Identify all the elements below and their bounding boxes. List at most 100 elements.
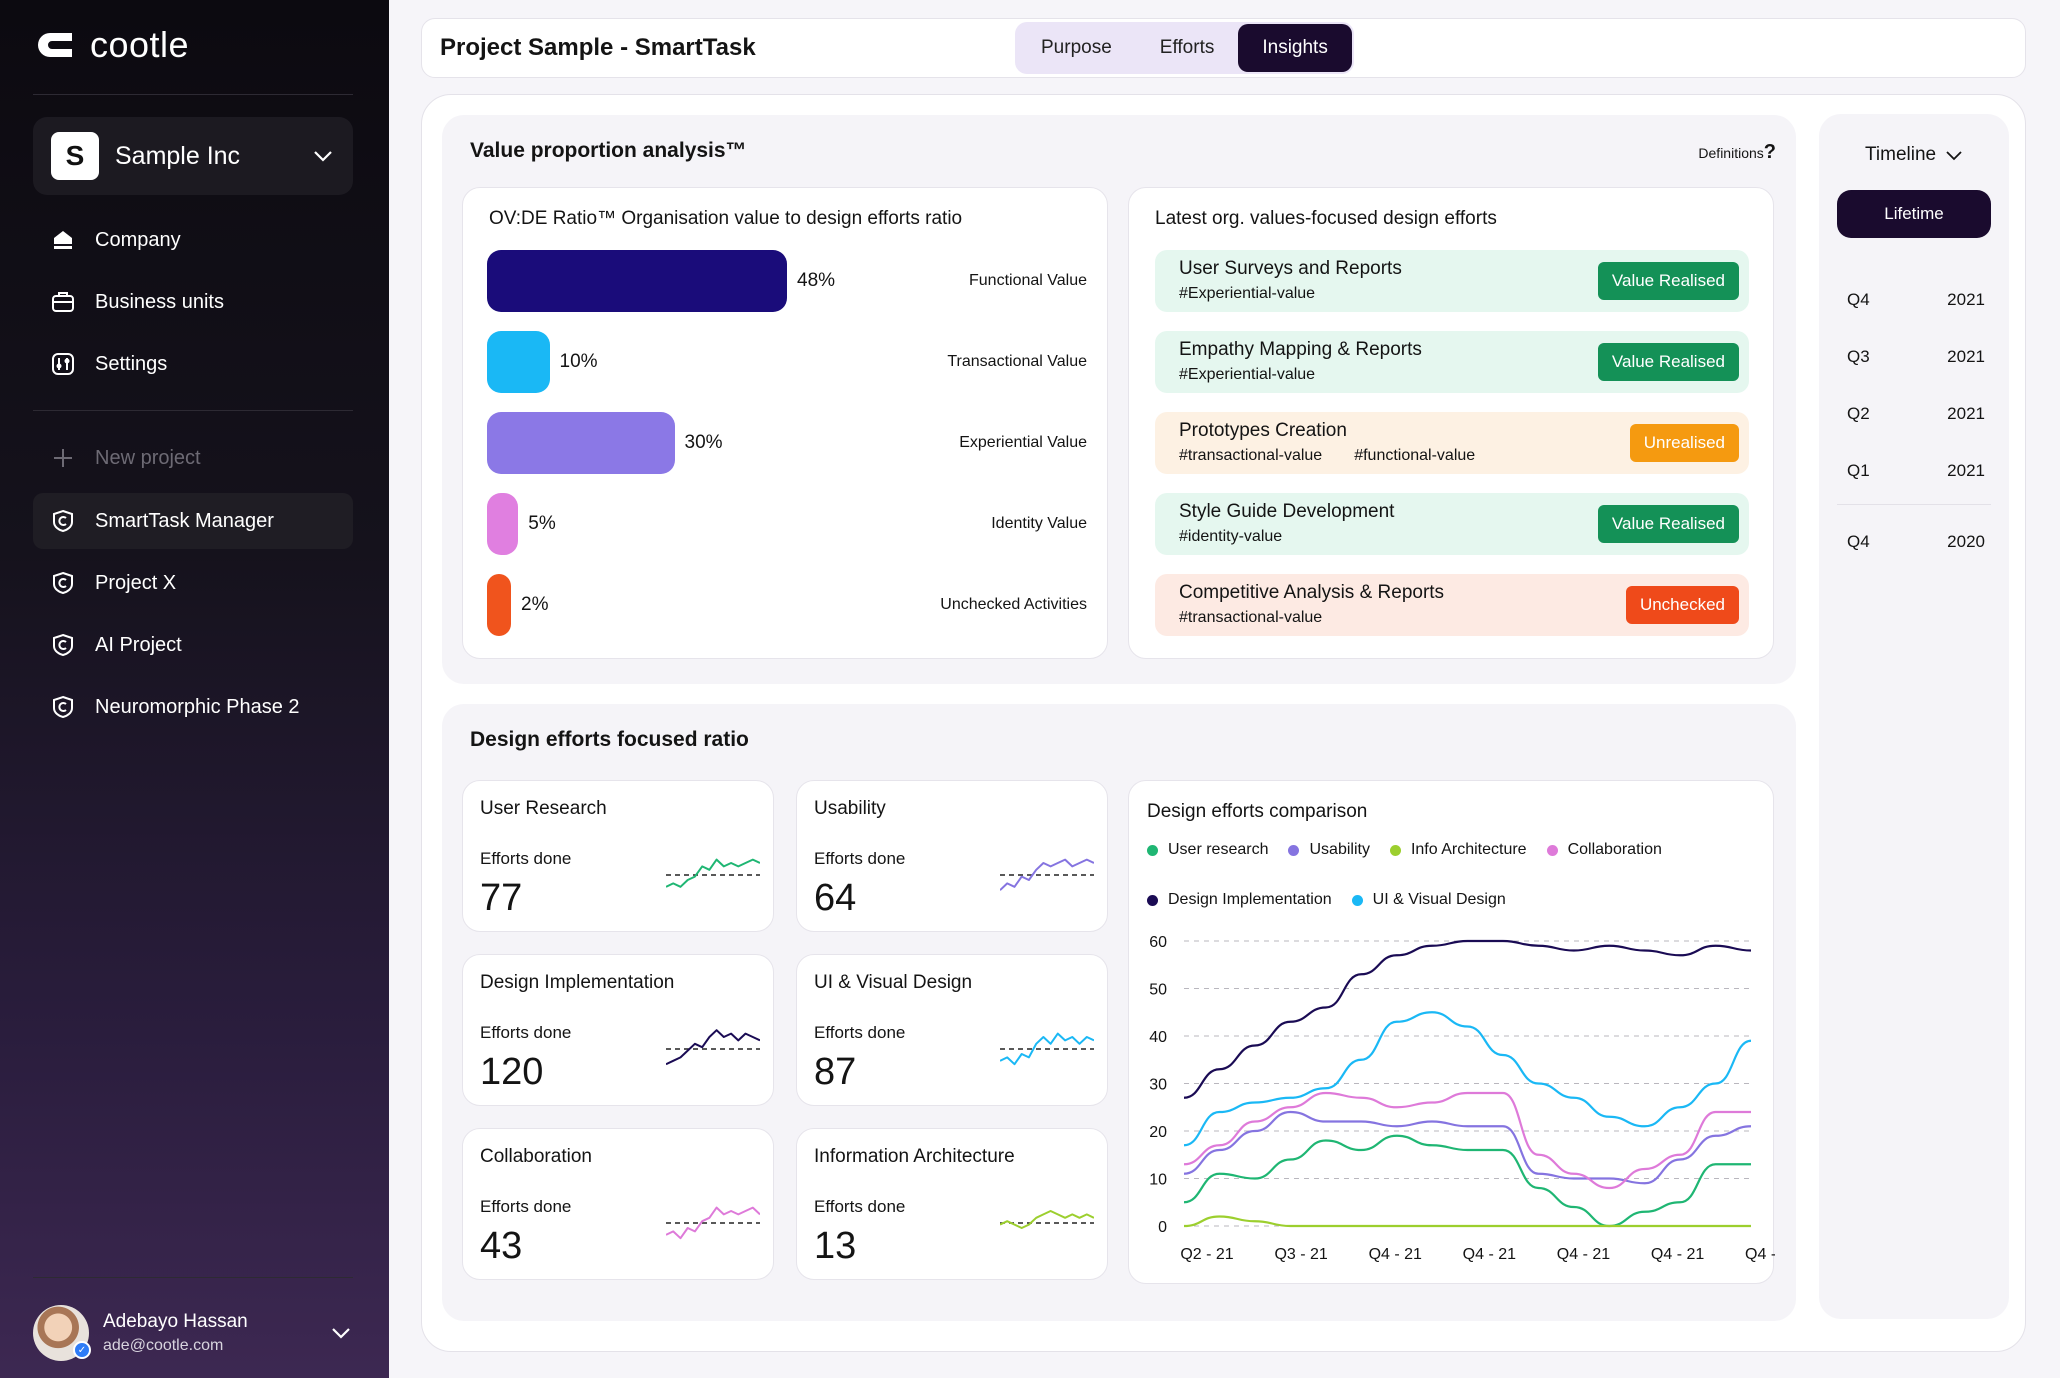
effort-tag: #transactional-value [1179,609,1323,626]
timeline-item[interactable]: Q3 2021 [1847,347,1985,367]
card-title: Latest org. values-focused design effort… [1155,208,1497,229]
new-project-button[interactable]: New project [33,430,353,486]
new-project-label: New project [95,446,201,469]
bar-label: Unchecked Activities [940,596,1087,613]
metric-subtitle: Efforts done [480,1023,572,1042]
sidebar-divider [33,410,353,411]
latest-efforts-card: Latest org. values-focused design effort… [1128,187,1774,659]
metric-card[interactable]: Design Implementation Efforts done 120 [462,954,774,1106]
page-title: Project Sample - SmartTask [440,34,756,61]
effort-tag: #Experiential-value [1179,366,1316,383]
brand-name: cootle [90,24,190,65]
timeline-year: 2021 [1947,404,1985,423]
ratio-bar[interactable] [487,493,519,555]
x-tick-label: Q4 - 21 [1745,1246,1775,1263]
status-badge: Value Realised [1597,343,1739,381]
project-icon [49,693,77,721]
ratio-bar[interactable] [487,412,675,474]
x-tick-label: Q3 - 21 [1274,1246,1327,1263]
sidebar-divider [33,1277,353,1278]
project-item-project-x[interactable]: Project X [33,555,353,611]
nav-settings[interactable]: Settings [33,336,353,392]
bar-label: Transactional Value [947,353,1087,370]
metric-title: Information Architecture [814,1146,1015,1167]
project-label: Neuromorphic Phase 2 [95,695,300,718]
timeline-year: 2020 [1947,532,1985,551]
y-tick-label: 40 [1149,1029,1167,1046]
timeline-quarter: Q4 [1847,532,1870,551]
briefcase-icon [49,288,77,316]
metric-card[interactable]: Usability Efforts done 64 [796,780,1108,932]
ratio-bar[interactable] [487,574,511,636]
ratio-bar-row: 48% Functional Value [487,250,1087,312]
metric-card[interactable]: User Research Efforts done 77 [462,780,774,932]
metric-title: Design Implementation [480,972,675,993]
project-icon [49,507,77,535]
tab-insights[interactable]: Insights [1238,24,1352,72]
project-item-ai-project[interactable]: AI Project [33,617,353,673]
metric-title: Usability [814,798,886,819]
nav-business-units[interactable]: Business units [33,274,353,330]
timeline-item[interactable]: Q4 2021 [1847,290,1985,310]
metric-card[interactable]: Information Architecture Efforts done 13 [796,1128,1108,1280]
bar-percent: 48% [797,270,836,291]
project-icon [49,569,77,597]
timeline-divider [1837,504,1991,505]
effort-item[interactable]: Competitive Analysis & Reports #transacti… [1155,574,1749,636]
project-item-smarttask-manager[interactable]: SmartTask Manager [33,493,353,549]
definitions-link[interactable]: Definitions? [1698,141,1776,164]
timeline-lifetime-button[interactable]: Lifetime [1837,190,1991,238]
timeline-year: 2021 [1947,290,1985,309]
panel-title: Design efforts focused ratio [470,728,749,751]
metric-subtitle: Efforts done [814,849,906,868]
user-email: ade@cootle.com [103,1337,224,1354]
brand-logo[interactable]: cootle [32,24,189,66]
bar-label: Experiential Value [959,434,1087,451]
metric-subtitle: Efforts done [814,1197,906,1216]
effort-item[interactable]: Style Guide Development #identity-value Va… [1155,493,1749,555]
sidebar-divider [33,94,353,95]
timeline-quarter: Q1 [1847,461,1870,480]
timeline-title: Timeline [1865,144,1937,165]
org-switcher[interactable]: S Sample Inc [33,117,353,195]
metric-value: 77 [480,877,523,919]
effort-item[interactable]: User Surveys and Reports #Experiential-va… [1155,250,1749,312]
metric-card[interactable]: Collaboration Efforts done 43 [462,1128,774,1280]
nav-label: Company [95,228,181,251]
ratio-bar[interactable] [487,250,787,312]
timeline-year: 2021 [1947,461,1985,480]
timeline-quarter: Q3 [1847,347,1870,366]
bar-percent: 30% [684,432,723,453]
metric-title: UI & Visual Design [814,972,973,993]
x-tick-label: Q4 - 21 [1369,1246,1422,1263]
sparkline [666,1029,760,1066]
metric-card[interactable]: UI & Visual Design Efforts done 87 [796,954,1108,1106]
status-badge: Unrealised [1629,424,1739,462]
timeline-dropdown[interactable]: Timeline [1865,144,1964,166]
project-label: SmartTask Manager [95,509,274,532]
project-item-neuromorphic-phase-2[interactable]: Neuromorphic Phase 2 [33,679,353,735]
card-title: OV:DE Ratio™ Organisation value to desig… [489,208,963,229]
question-icon: ? [1763,141,1776,163]
timeline-item[interactable]: Q2 2021 [1847,404,1985,424]
timeline-item[interactable]: Q1 2021 [1847,461,1985,481]
tab-purpose[interactable]: Purpose [1017,24,1136,72]
project-icon [49,631,77,659]
verified-badge-icon: ✓ [73,1341,91,1359]
sparkline-line [666,858,760,888]
ratio-bar-row: 2% Unchecked Activities [487,574,1087,636]
project-label: Project X [95,571,177,594]
y-tick-label: 20 [1149,1124,1167,1141]
effort-item[interactable]: Empathy Mapping & Reports #Experiential-v… [1155,331,1749,393]
nav-company[interactable]: Company [33,212,353,268]
effort-tag: #Experiential-value [1179,285,1316,302]
bar-percent: 5% [528,513,556,534]
user-menu[interactable]: ✓ Adebayo Hassan ade@cootle.com [33,1303,353,1363]
tab-efforts[interactable]: Efforts [1136,24,1239,72]
plus-icon [49,444,77,472]
timeline-item[interactable]: Q4 2020 [1847,532,1985,552]
design-efforts-ratio-panel: Design efforts focused ratio User Resear… [442,704,1796,1321]
y-tick-label: 0 [1158,1219,1167,1236]
effort-item[interactable]: Prototypes Creation #transactional-value #… [1155,412,1749,474]
ratio-bar[interactable] [487,331,550,393]
